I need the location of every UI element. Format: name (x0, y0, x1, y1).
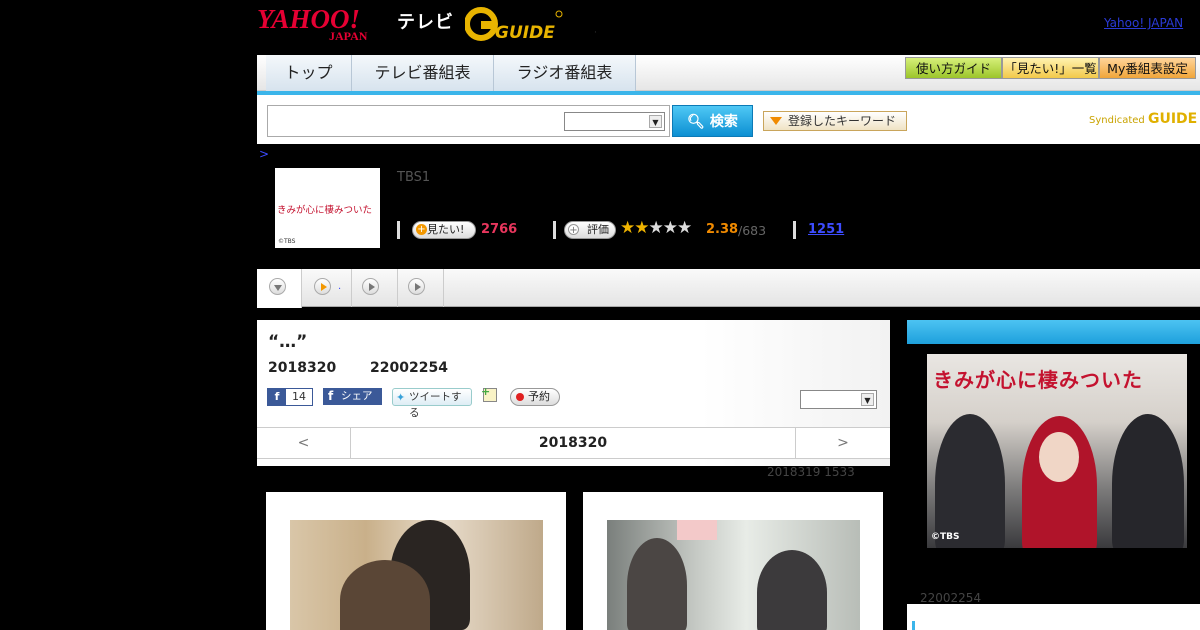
search-category-select[interactable]: ▼ (564, 112, 665, 131)
article-date: 2018320 (268, 360, 337, 376)
review-count-link[interactable]: 1251 (808, 222, 844, 237)
tab-item[interactable] (352, 269, 398, 307)
reserve-label: 予約 (528, 390, 550, 403)
facebook-count[interactable]: f 14 (267, 388, 313, 406)
chevron-down-icon: ▼ (861, 393, 874, 406)
tab-dot: . (338, 281, 342, 292)
record-dot-icon (516, 393, 524, 401)
star-empty-icon: ★ (677, 218, 692, 238)
rate-button[interactable]: + 評価 (564, 221, 616, 239)
scene-photo[interactable] (607, 520, 860, 630)
key-visual-copyright: ©TBS (931, 532, 960, 542)
sidebar-bottom (907, 604, 1200, 630)
article-title: “…” (268, 332, 308, 352)
tab-item[interactable]: . (302, 269, 352, 307)
article-id: 22002254 (370, 360, 448, 376)
search-button[interactable]: 🔍︎ 検索 (672, 105, 753, 137)
thumbnail-title: きみが心に棲みついた (277, 205, 373, 216)
scene-photo[interactable] (290, 520, 543, 630)
tweet-label: ツイートする (409, 391, 462, 419)
prev-day-button[interactable]: < (257, 428, 351, 458)
rate-label: 評価 (587, 223, 609, 236)
registered-keyword-button[interactable]: 登録したキーワード (763, 111, 907, 131)
program-thumbnail[interactable]: きみが心に棲みついた ©TBS (275, 168, 380, 248)
facebook-icon: f (328, 389, 334, 403)
star-rating: ★★★★★ (620, 218, 692, 238)
star-empty-icon: ★ (648, 218, 664, 238)
japan-logo-text: JAPAN (329, 29, 368, 42)
facebook-icon: f (268, 389, 286, 405)
calendar-add-icon[interactable]: + (481, 385, 497, 402)
chevron-down-icon: ▼ (649, 115, 662, 128)
date-pager: < 2018320 > (257, 427, 890, 459)
thumbnail-copyright: ©TBS (278, 238, 296, 245)
mitai-label: 見たい! (427, 223, 465, 236)
sidebar-program-id: 22002254 (920, 591, 982, 605)
photo-card[interactable] (266, 492, 566, 630)
play-icon (408, 278, 425, 295)
tab-top[interactable]: トップ (266, 55, 352, 91)
main-nav: トップ テレビ番組表 ラジオ番組表 使い方ガイド 「見たい!」一覧 My番組表設… (257, 55, 1200, 91)
twitter-bird-icon: ✦ (396, 391, 406, 404)
svg-text:GUIDE: GUIDE (495, 23, 555, 42)
tab-tv-schedule[interactable]: テレビ番組表 (352, 55, 494, 91)
mitai-count: 2766 (481, 222, 518, 237)
facebook-share-label: シェア (341, 390, 373, 402)
divider (397, 221, 400, 239)
triangle-down-icon (770, 117, 782, 125)
search-bar: ▼ 🔍︎ 検索 登録したキーワード Syndicated GUIDE (257, 91, 1200, 144)
program-key-visual[interactable]: きみが心に棲みついた ©TBS (927, 354, 1187, 548)
usage-guide-button[interactable]: 使い方ガイド (905, 57, 1002, 79)
tab-item[interactable] (398, 269, 444, 307)
yahoo-japan-logo[interactable]: YAHOO! JAPAN (257, 4, 393, 42)
rating-score: 2.38 (706, 222, 739, 237)
star-empty-icon: ★ (662, 218, 678, 238)
key-visual-title: きみが心に棲みついた (933, 368, 1143, 392)
syndicated-gguide: Syndicated GUIDE (1089, 111, 1197, 127)
star-filled-icon: ★ (634, 218, 649, 238)
play-icon (362, 278, 379, 295)
circle-down-icon (269, 278, 286, 295)
tab-item-active[interactable] (257, 269, 302, 308)
content-tabstrip: . (257, 269, 1200, 308)
syndicated-brand: GUIDE (1147, 111, 1198, 127)
tab-radio-schedule[interactable]: ラジオ番組表 (494, 55, 636, 91)
header-dot: · (594, 28, 597, 38)
divider (793, 221, 796, 239)
yahoo-japan-link[interactable]: Yahoo! JAPAN (1104, 16, 1183, 30)
gguide-logo[interactable]: GUIDE (465, 6, 565, 42)
rating-count: /683 (738, 223, 767, 238)
facebook-count-value: 14 (292, 390, 306, 403)
play-icon (314, 278, 331, 295)
next-day-button[interactable]: > (795, 428, 890, 458)
reserve-button[interactable]: 予約 (510, 388, 560, 406)
my-schedule-settings-button[interactable]: My番組表設定 (1099, 57, 1196, 79)
mitai-button[interactable]: + 見たい! (412, 221, 476, 239)
facebook-share-button[interactable]: f シェア (323, 388, 382, 405)
tweet-button[interactable]: ✦ ツイートする (392, 388, 472, 419)
mitai-list-button[interactable]: 「見たい!」一覧 (1002, 57, 1099, 79)
article-select[interactable]: ▼ (800, 390, 877, 409)
sidebar: きみが心に棲みついた ©TBS 22002254 (907, 320, 1200, 630)
plus-icon: + (568, 224, 579, 236)
updated-timestamp: 2018319 1533 (767, 465, 855, 479)
syndicated-text: Syndicated (1089, 115, 1145, 126)
pager-date: 2018320 (538, 435, 608, 451)
search-icon: 🔍︎ (687, 114, 705, 130)
sidebar-header (907, 320, 1200, 344)
sidebar-marker (912, 621, 915, 630)
search-button-label: 検索 (709, 114, 738, 130)
registered-keyword-label: 登録したキーワード (788, 114, 897, 128)
breadcrumb[interactable]: > (259, 147, 269, 161)
star-filled-icon: ★ (620, 218, 635, 238)
divider (553, 221, 556, 239)
tv-label: テレビ (397, 12, 454, 33)
channel-name: TBS1 (397, 170, 431, 185)
article-panel: “…” 2018320 22002254 f 14 f シェア ✦ ツイートする + … (257, 320, 890, 466)
photo-card[interactable] (583, 492, 883, 630)
plus-icon: + (416, 224, 427, 235)
